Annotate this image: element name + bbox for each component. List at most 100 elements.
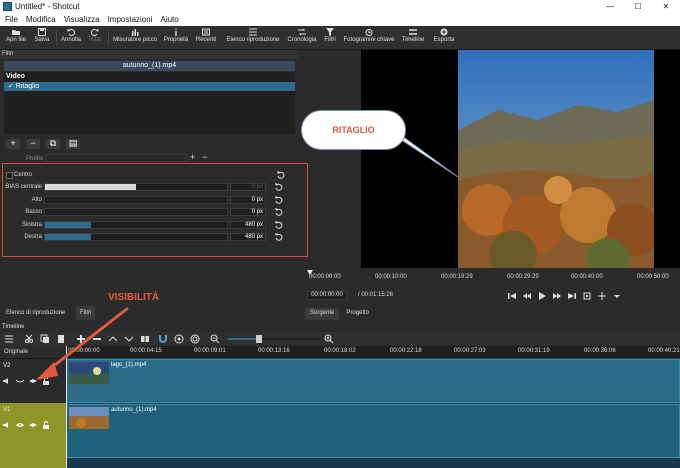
menu-aiuto[interactable]: Aiuto [160,14,178,26]
zoom-in-icon[interactable] [324,334,334,344]
bottom-slider[interactable] [44,208,228,216]
filters-button[interactable]: Filtri [322,28,338,49]
shotcut-app-icon [3,2,12,11]
minimize-button[interactable]: — [596,0,624,14]
menu-modifica[interactable]: Modifica [26,14,56,26]
viewer-playhead[interactable] [307,270,313,275]
zoom-dropdown-icon[interactable] [613,292,621,300]
remove-filter-button[interactable]: − [26,139,40,149]
menu-file[interactable]: File [5,14,18,26]
timeline-button[interactable]: Timeline [400,28,426,49]
menu-impostazioni[interactable]: Impostazioni [108,14,153,26]
playlist-button[interactable]: Elenco riproduzione [223,28,283,49]
reset-icon[interactable] [275,208,283,216]
menu-visualizza[interactable]: Visualizza [64,14,100,26]
eye-icon[interactable] [16,421,24,429]
title-bar: Untitled* - Shotcut — ☐ ✕ [0,0,680,14]
mute-icon[interactable] [3,377,11,385]
composite-icon[interactable] [29,421,37,429]
track-header-v1[interactable]: V1 [0,403,66,468]
redo-button[interactable]: Rifai [87,28,103,49]
fast-forward-icon[interactable] [553,292,561,300]
bias-spinbox[interactable]: 0 px [230,183,266,191]
volume-icon[interactable] [583,292,591,300]
top-slider[interactable] [44,196,228,204]
export-button[interactable]: Esporta [431,28,457,49]
copy-filter-button[interactable]: ⧉ [46,139,60,149]
bottom-spinbox[interactable]: 0 px [230,208,266,216]
transport-controls [508,291,621,301]
keyframe-icon [365,29,373,36]
hidden-eye-icon[interactable] [16,377,24,385]
total-duration: / 00:01:15:26 [358,292,394,298]
rewind-icon[interactable] [523,292,531,300]
open-icon [12,30,20,35]
ripple-icon[interactable] [190,334,200,344]
filter-category-video: Video [6,73,25,80]
reset-icon[interactable] [277,171,285,179]
keyframes-button[interactable]: Fotogrammi chiave [342,28,396,49]
maximize-button[interactable]: ☐ [624,0,652,14]
toolbar-separator [56,30,57,46]
slider-fill [45,184,136,190]
lock-icon[interactable] [42,421,50,429]
slider-fill [45,222,91,228]
ruler-tick: 00:00:50:00 [637,274,669,280]
top-spinbox[interactable]: 0 px [230,196,266,204]
ruler-tick: 00:00:00:00 [309,274,341,280]
right-slider[interactable] [44,233,228,241]
undo-button[interactable]: Annulla [60,28,82,49]
grid-icon[interactable] [598,292,606,300]
param-label: Alto [31,197,42,203]
properties-button[interactable]: Proprietà [163,28,189,49]
right-spinbox[interactable]: 480 px [230,233,266,241]
open-file-button[interactable]: Apri file [3,28,29,49]
recent-button[interactable]: Recenti [194,28,218,49]
preset-select[interactable] [46,154,186,162]
filter-item-ritaglio[interactable]: ✓ Ritaglio [4,82,295,91]
skip-start-icon[interactable] [508,292,516,300]
filter-icon [326,28,334,36]
paste-filter-button[interactable]: ▤ [66,139,80,149]
play-icon[interactable] [538,292,546,300]
ruler-tick: 00:00:09:01 [194,348,226,354]
video-preview-frame [458,50,654,268]
zoom-out-icon[interactable] [210,334,220,344]
clip-autunno[interactable]: autunno_(1).mp4 [66,404,680,458]
ruler-tick: 00:00:27:03 [454,348,486,354]
reset-icon[interactable] [275,221,283,229]
viewer-tabs: Sorgente Progetto [305,308,374,320]
mute-icon[interactable] [3,421,11,429]
menu-icon[interactable] [4,334,14,344]
clip-name: autunno_(1).mp4 [111,407,157,413]
delete-preset-button[interactable]: − [202,152,207,162]
ruler-tick: 00:00:10:00 [375,274,407,280]
history-button[interactable]: Cronologia [286,28,318,49]
centro-checkbox[interactable] [6,172,13,179]
left-slider[interactable] [44,221,228,229]
autumn-forest-image [458,50,654,268]
bias-slider[interactable] [44,183,228,191]
reset-icon[interactable] [275,183,283,191]
scrub-icon[interactable] [174,334,184,344]
param-label: Destra [24,234,42,240]
viewer-ruler[interactable]: 00:00:00:00 00:00:10:00 00:00:19:29 00:0… [305,270,680,288]
add-filter-button[interactable]: + [6,139,20,149]
centro-label: Centro [14,172,33,178]
reset-icon[interactable] [275,233,283,241]
skip-end-icon[interactable] [568,292,576,300]
timeline-zoom-handle[interactable] [256,335,262,343]
tab-project[interactable]: Progetto [341,308,374,320]
left-spinbox[interactable]: 480 px [230,221,266,229]
export-icon [440,28,448,36]
tab-source[interactable]: Sorgente [305,308,340,320]
save-preset-button[interactable]: + [190,152,195,162]
main-toolbar: Apri file Salva Annulla Rifai Misuratore… [0,26,680,50]
close-button[interactable]: ✕ [652,0,680,14]
menu-bar: File Modifica Visualizza Impostazioni Ai… [0,14,680,26]
current-timecode[interactable]: 00:00:00:00 [307,291,347,300]
peak-meter-button[interactable]: Misuratore picco [112,28,158,49]
reset-icon[interactable] [275,196,283,204]
window-controls: — ☐ ✕ [590,0,680,14]
save-button[interactable]: Salva [33,28,51,49]
